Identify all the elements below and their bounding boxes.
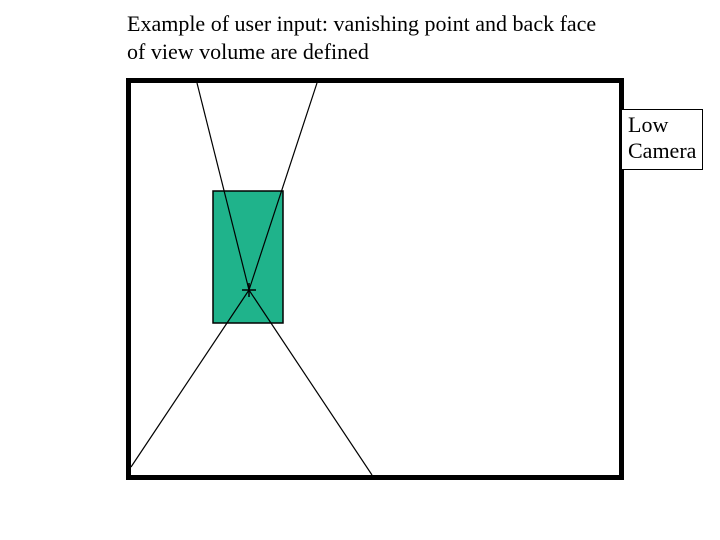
view-volume-diagram bbox=[131, 83, 619, 475]
camera-label: Low Camera bbox=[621, 109, 703, 170]
camera-label-line2: Camera bbox=[628, 138, 696, 164]
backface-rect bbox=[213, 191, 283, 323]
figure-title: Example of user input: vanishing point a… bbox=[127, 10, 607, 65]
diagram-frame bbox=[126, 78, 624, 480]
camera-label-line1: Low bbox=[628, 112, 696, 138]
perspective-line-1 bbox=[249, 290, 372, 475]
perspective-line-0 bbox=[131, 290, 249, 467]
